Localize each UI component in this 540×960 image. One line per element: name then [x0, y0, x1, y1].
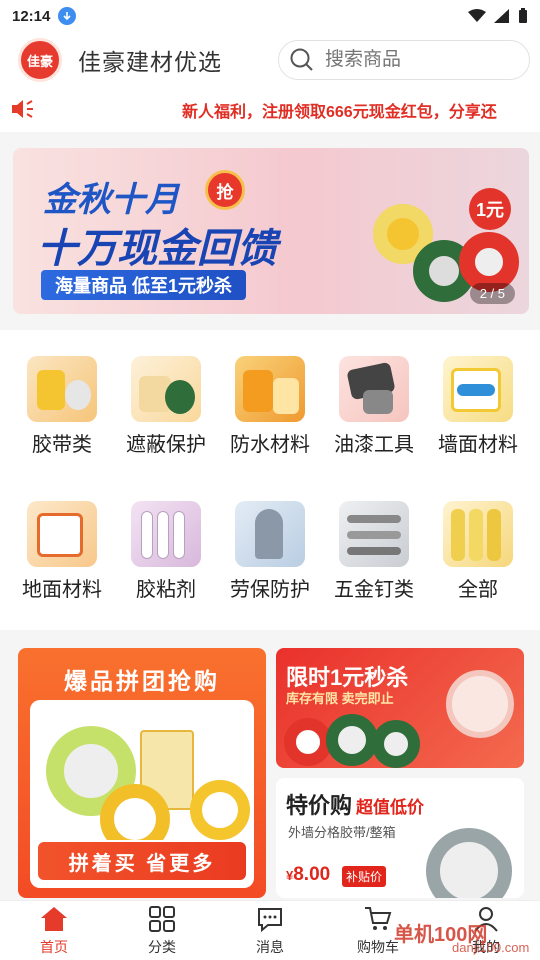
subsidy-tag: 补贴价	[342, 866, 387, 887]
wall-icon	[443, 356, 513, 422]
category-label: 墙面材料	[438, 434, 518, 456]
tape-icon	[27, 356, 97, 422]
search-icon	[290, 48, 313, 71]
category-label: 五金钉类	[334, 579, 414, 601]
category-label: 遮蔽保护	[126, 434, 206, 456]
special-price-title: 特价购 超值低价	[286, 788, 424, 820]
logo-text: 佳豪	[26, 53, 53, 69]
search-input[interactable]	[325, 49, 505, 71]
banner-counter: 2 / 5	[469, 283, 515, 304]
category-grid: 胶带类 遮蔽保护 防水材料 油漆工具 墙面材料 地面材料 胶粘剂 劳保防护 五金…	[0, 346, 540, 616]
all-icon	[443, 501, 513, 567]
alarm-clock-icon	[446, 670, 514, 738]
special-price-value: ¥8.00	[286, 864, 330, 886]
category-item[interactable]: 地面材料	[10, 491, 114, 636]
special-price-card[interactable]: 特价购 超值低价 外墙分格胶带/整箱 ¥8.00 补贴价	[276, 778, 524, 898]
notice-text: 新人福利，注册领取666元现金红包，分享还	[182, 104, 497, 121]
search-box[interactable]	[278, 40, 530, 80]
tape-roll-image	[326, 714, 378, 766]
special-price-subtitle: 外墙分格胶带/整箱	[288, 825, 396, 840]
special-price-title-text: 特价购	[286, 793, 353, 818]
notice-bar[interactable]: 新人福利，注册领取666元现金红包，分享还	[0, 88, 540, 132]
banner-pill: 海量商品 低至1元秒杀	[41, 270, 247, 300]
category-label: 地面材料	[22, 579, 102, 601]
flash-sale-subtitle: 库存有限 卖完即止	[286, 691, 394, 706]
flash-sale-card[interactable]: 限时1元秒杀 库存有限 卖完即止	[276, 648, 524, 768]
category-item[interactable]: 五金钉类	[322, 491, 426, 636]
download-icon	[58, 7, 77, 25]
tape-roll-image	[284, 718, 332, 766]
app-header: 佳豪 佳豪建材优选	[0, 32, 540, 88]
category-item[interactable]: 全部	[426, 491, 530, 636]
category-label: 胶带类	[32, 434, 92, 456]
promo-banner[interactable]: 金秋十月 抢 十万现金回馈 海量商品 低至1元秒杀 1元 2 / 5	[13, 148, 529, 314]
adhesive-icon	[131, 501, 201, 567]
group-buy-title: 爆品拼团抢购	[64, 668, 220, 694]
category-label: 劳保防护	[230, 579, 310, 601]
tab-label: 消息	[256, 938, 284, 955]
special-price-tag: 超值低价	[356, 798, 425, 817]
speaker-icon	[12, 100, 33, 118]
category-label: 防水材料	[230, 434, 310, 456]
banner-title-line1: 金秋十月	[43, 181, 179, 219]
watermark-sub: danji100.com	[452, 940, 530, 955]
signal-icon	[494, 9, 509, 23]
group-buy-card[interactable]: 爆品拼团抢购 拼着买 省更多	[18, 648, 266, 898]
category-item[interactable]: 油漆工具	[322, 346, 426, 491]
status-bar: 12:14	[0, 0, 540, 32]
banner-price-badge: 1元	[469, 188, 511, 230]
message-icon	[258, 907, 282, 932]
tab-label: 分类	[148, 938, 176, 955]
category-label: 胶粘剂	[136, 579, 196, 601]
status-indicators	[468, 8, 528, 24]
category-label: 全部	[458, 579, 498, 601]
banner-badge: 抢	[205, 170, 245, 210]
tab-home[interactable]: 首页	[0, 901, 108, 960]
waterproof-icon	[235, 356, 305, 422]
tab-label: 购物车	[357, 938, 399, 955]
tape-roll-image	[190, 780, 250, 840]
cart-icon	[365, 906, 392, 930]
protection-icon	[235, 501, 305, 567]
floor-icon	[27, 501, 97, 567]
paint-tool-icon	[339, 356, 409, 422]
category-item[interactable]: 遮蔽保护	[114, 346, 218, 491]
category-item[interactable]: 防水材料	[218, 346, 322, 491]
price-amount: 8.00	[293, 864, 331, 885]
home-icon	[41, 906, 67, 931]
tape-roll-image	[426, 828, 512, 898]
group-buy-button[interactable]: 拼着买 省更多	[36, 840, 248, 882]
battery-icon	[519, 8, 527, 23]
tab-message[interactable]: 消息	[216, 901, 324, 960]
app-title: 佳豪建材优选	[78, 49, 222, 75]
category-item[interactable]: 墙面材料	[426, 346, 530, 491]
category-item[interactable]: 劳保防护	[218, 491, 322, 636]
tape-roll-image	[372, 720, 420, 768]
grid-icon	[149, 905, 175, 932]
tab-category[interactable]: 分类	[108, 901, 216, 960]
category-item[interactable]: 胶带类	[10, 346, 114, 491]
category-label: 油漆工具	[334, 434, 414, 456]
status-time: 12:14	[12, 7, 51, 25]
app-logo: 佳豪	[18, 38, 62, 82]
hardware-icon	[339, 501, 409, 567]
wifi-icon	[468, 9, 486, 22]
masking-icon	[131, 356, 201, 422]
tab-label: 首页	[40, 938, 68, 955]
banner-title-line2: 十万现金回馈	[37, 227, 277, 271]
category-item[interactable]: 胶粘剂	[114, 491, 218, 636]
